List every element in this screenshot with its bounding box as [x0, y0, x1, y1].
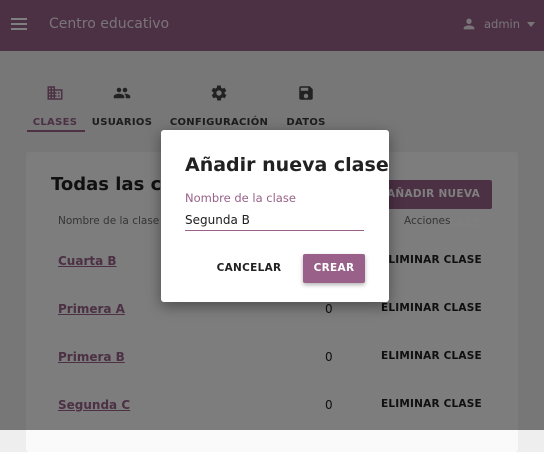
dialog-title: Añadir nueva clase — [185, 154, 389, 176]
create-button[interactable]: CREAR — [303, 254, 365, 283]
class-name-label: Nombre de la clase — [185, 191, 296, 205]
class-name-input[interactable] — [185, 210, 364, 231]
new-class-dialog: Añadir nueva clase Nombre de la clase CA… — [161, 130, 389, 302]
cancel-button[interactable]: CANCELAR — [210, 254, 288, 283]
